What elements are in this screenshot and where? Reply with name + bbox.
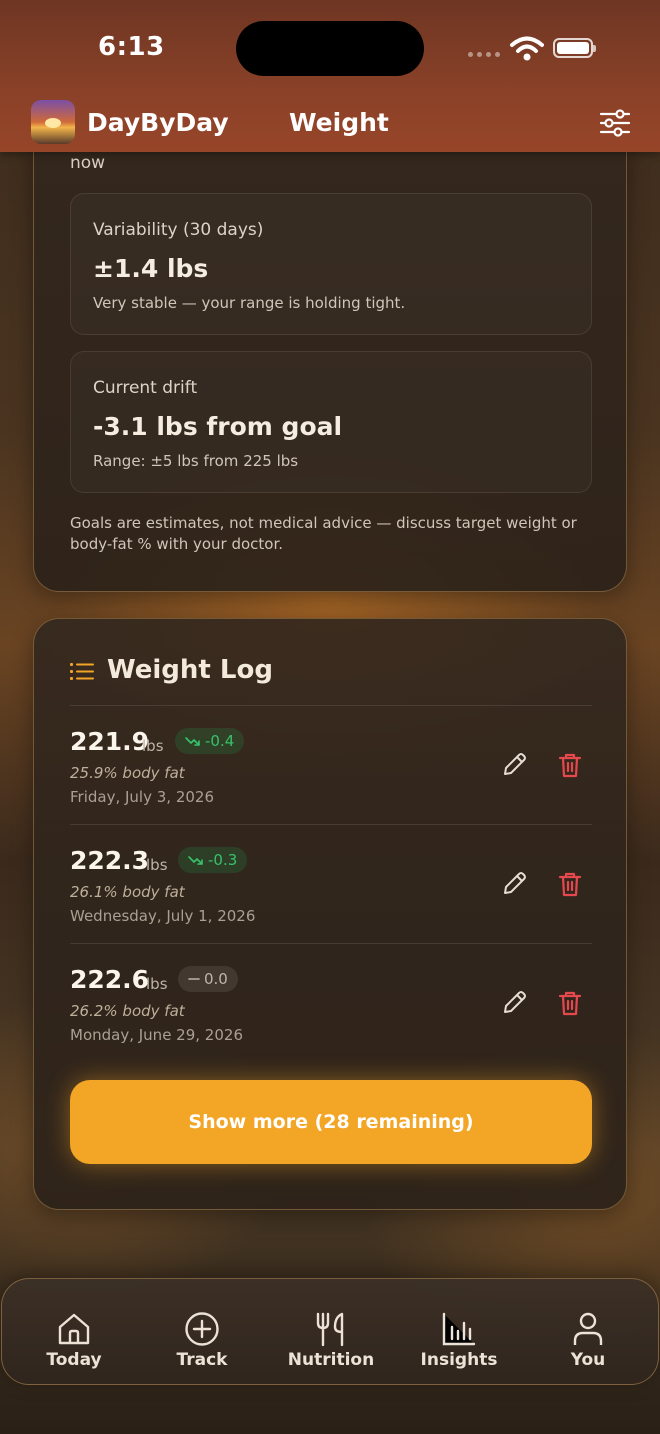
plus-circle-icon (185, 1312, 219, 1346)
drift-value: -3.1 lbs from goal (93, 412, 343, 441)
wifi-icon (510, 36, 544, 61)
bottom-tab-bar: Today Track Nutrition Insights You (1, 1278, 659, 1385)
goal-now-text: now (70, 153, 106, 173)
variability-box: Variability (30 days) ±1.4 lbs Very stab… (70, 193, 592, 335)
tab-insights[interactable]: Insights (399, 1279, 519, 1384)
trend-down-icon (188, 856, 203, 865)
delta-badge: 0.0 (178, 966, 238, 992)
trash-icon[interactable] (556, 870, 584, 898)
divider (70, 943, 592, 944)
drift-box: Current drift -3.1 lbs from goal Range: … (70, 351, 592, 493)
entry-date: Wednesday, July 1, 2026 (70, 907, 256, 925)
app-logo (31, 100, 75, 144)
entry-weight: 222.3 (70, 846, 150, 875)
variability-note: Very stable — your range is holding tigh… (93, 294, 406, 312)
tab-label: Today (46, 1350, 102, 1370)
delta-badge: -0.3 (178, 847, 248, 873)
delta-value: -0.4 (205, 732, 235, 750)
tab-track[interactable]: Track (142, 1279, 262, 1384)
entry-unit: lbs (146, 856, 168, 874)
entry-weight: 221.9 (70, 727, 150, 756)
app-name: DayByDay (87, 108, 229, 137)
edit-pencil-icon[interactable] (500, 989, 528, 1017)
variability-label: Variability (30 days) (93, 220, 264, 240)
home-icon (58, 1313, 90, 1345)
status-time: 6:13 (98, 32, 165, 62)
fork-knife-icon (316, 1312, 344, 1347)
show-more-button[interactable]: Show more (28 remaining) (70, 1080, 592, 1164)
entry-body-fat: 26.2% body fat (70, 1002, 185, 1020)
edit-pencil-icon[interactable] (500, 870, 528, 898)
tab-label: Track (176, 1350, 228, 1370)
cellular-signal-icon (468, 52, 500, 57)
weight-log-title: Weight Log (107, 655, 273, 685)
delta-value: -0.3 (208, 851, 238, 869)
entry-body-fat: 25.9% body fat (70, 764, 185, 782)
variability-value: ±1.4 lbs (93, 254, 209, 283)
weight-log-card: Weight Log 221.9 lbs -0.4 25.9% body fat… (33, 618, 627, 1210)
entry-weight: 222.6 (70, 965, 150, 994)
battery-icon (553, 38, 596, 58)
trash-icon[interactable] (556, 989, 584, 1017)
trend-flat-icon (188, 978, 200, 980)
bar-chart-icon (442, 1312, 476, 1346)
divider (70, 705, 592, 706)
list-icon (70, 663, 94, 680)
tab-nutrition[interactable]: Nutrition (271, 1279, 391, 1384)
top-bar: 6:13 DayByDay Weight (0, 0, 660, 152)
trash-icon[interactable] (556, 751, 584, 779)
medical-disclaimer: Goals are estimates, not medical advice … (70, 514, 577, 553)
tab-label: Nutrition (287, 1350, 375, 1370)
entry-date: Monday, June 29, 2026 (70, 1026, 243, 1044)
tab-today[interactable]: Today (14, 1279, 134, 1384)
delta-badge: -0.4 (175, 728, 245, 754)
tab-you[interactable]: You (528, 1279, 648, 1384)
tab-label: Insights (420, 1350, 498, 1370)
delta-value: 0.0 (204, 970, 228, 988)
edit-pencil-icon[interactable] (500, 751, 528, 779)
divider (70, 824, 592, 825)
entry-date: Friday, July 3, 2026 (70, 788, 214, 806)
page-title: Weight (289, 108, 389, 137)
drift-note: Range: ±5 lbs from 225 lbs (93, 452, 299, 470)
weight-entry: 222.3 lbs -0.3 26.1% body fat Wednesday,… (70, 836, 592, 954)
drift-label: Current drift (93, 378, 198, 398)
entry-body-fat: 26.1% body fat (70, 883, 185, 901)
weight-entry: 222.6 lbs 0.0 26.2% body fat Monday, Jun… (70, 955, 592, 1073)
goal-summary-card: now Variability (30 days) ±1.4 lbs Very … (33, 112, 627, 592)
entry-unit: lbs (142, 737, 164, 755)
trend-down-icon (185, 737, 200, 746)
weight-entry: 221.9 lbs -0.4 25.9% body fat Friday, Ju… (70, 717, 592, 835)
settings-sliders-icon[interactable] (598, 108, 632, 138)
entry-unit: lbs (146, 975, 168, 993)
dynamic-island (236, 21, 424, 76)
person-icon (573, 1312, 603, 1345)
tab-label: You (570, 1350, 606, 1370)
